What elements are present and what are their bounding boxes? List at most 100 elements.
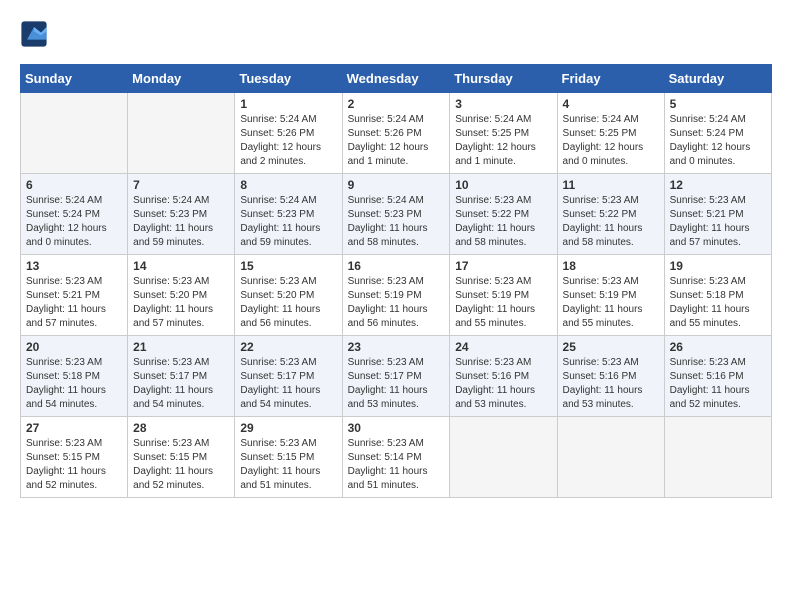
calendar-cell: 7 Sunrise: 5:24 AMSunset: 5:23 PMDaylight… xyxy=(128,174,235,255)
calendar-cell xyxy=(664,417,771,498)
day-number: 9 xyxy=(348,178,445,192)
day-info: Sunrise: 5:24 AMSunset: 5:26 PMDaylight:… xyxy=(348,113,445,169)
weekday-header-monday: Monday xyxy=(128,65,235,93)
day-info: Sunrise: 5:23 AMSunset: 5:19 PMDaylight:… xyxy=(348,275,445,331)
day-info: Sunrise: 5:23 AMSunset: 5:16 PMDaylight:… xyxy=(563,356,659,412)
day-number: 8 xyxy=(240,178,336,192)
calendar-cell: 4 Sunrise: 5:24 AMSunset: 5:25 PMDaylight… xyxy=(557,93,664,174)
calendar-week-row: 13Sunrise: 5:23 AMSunset: 5:21 PMDayligh… xyxy=(21,255,772,336)
day-number: 2 xyxy=(348,97,445,111)
day-info: Sunrise: 5:23 AMSunset: 5:17 PMDaylight:… xyxy=(348,356,445,412)
day-info: Sunrise: 5:24 AMSunset: 5:23 PMDaylight:… xyxy=(348,194,445,250)
day-info: Sunrise: 5:23 AMSunset: 5:20 PMDaylight:… xyxy=(133,275,229,331)
calendar-cell: 3Sunrise: 5:24 AMSunset: 5:25 PMDaylight… xyxy=(450,93,557,174)
logo xyxy=(20,20,52,48)
day-number: 29 xyxy=(240,421,336,435)
day-info: Sunrise: 5:23 AMSunset: 5:15 PMDaylight:… xyxy=(240,437,336,493)
calendar-cell: 21 Sunrise: 5:23 AMSunset: 5:17 PMDayligh… xyxy=(128,336,235,417)
calendar-week-row: 27 Sunrise: 5:23 AMSunset: 5:15 PMDayligh… xyxy=(21,417,772,498)
calendar-cell: 30 Sunrise: 5:23 AMSunset: 5:14 PMDayligh… xyxy=(342,417,450,498)
calendar-cell: 6 Sunrise: 5:24 AMSunset: 5:24 PMDaylight… xyxy=(21,174,128,255)
day-number: 25 xyxy=(563,340,659,354)
day-info: Sunrise: 5:23 AMSunset: 5:17 PMDaylight:… xyxy=(133,356,229,412)
weekday-header-saturday: Saturday xyxy=(664,65,771,93)
day-info: Sunrise: 5:24 AMSunset: 5:24 PMDaylight:… xyxy=(26,194,122,250)
calendar-cell: 27 Sunrise: 5:23 AMSunset: 5:15 PMDayligh… xyxy=(21,417,128,498)
calendar-cell: 24 Sunrise: 5:23 AMSunset: 5:16 PMDayligh… xyxy=(450,336,557,417)
calendar-cell: 29 Sunrise: 5:23 AMSunset: 5:15 PMDayligh… xyxy=(235,417,342,498)
day-info: Sunrise: 5:23 AMSunset: 5:20 PMDaylight:… xyxy=(240,275,336,331)
day-number: 18 xyxy=(563,259,659,273)
day-number: 24 xyxy=(455,340,551,354)
day-info: Sunrise: 5:23 AMSunset: 5:19 PMDaylight:… xyxy=(455,275,551,331)
calendar-cell xyxy=(21,93,128,174)
day-number: 14 xyxy=(133,259,229,273)
calendar-cell: 10Sunrise: 5:23 AMSunset: 5:22 PMDayligh… xyxy=(450,174,557,255)
day-info: Sunrise: 5:24 AMSunset: 5:26 PMDaylight:… xyxy=(240,113,336,169)
calendar-cell: 11Sunrise: 5:23 AMSunset: 5:22 PMDayligh… xyxy=(557,174,664,255)
calendar-cell: 9 Sunrise: 5:24 AMSunset: 5:23 PMDaylight… xyxy=(342,174,450,255)
day-info: Sunrise: 5:24 AMSunset: 5:23 PMDaylight:… xyxy=(240,194,336,250)
calendar-cell: 5Sunrise: 5:24 AMSunset: 5:24 PMDaylight… xyxy=(664,93,771,174)
weekday-header-tuesday: Tuesday xyxy=(235,65,342,93)
calendar-cell xyxy=(450,417,557,498)
calendar-cell: 2 Sunrise: 5:24 AMSunset: 5:26 PMDaylight… xyxy=(342,93,450,174)
calendar-cell: 12 Sunrise: 5:23 AMSunset: 5:21 PMDayligh… xyxy=(664,174,771,255)
day-info: Sunrise: 5:23 AMSunset: 5:14 PMDaylight:… xyxy=(348,437,445,493)
day-info: Sunrise: 5:23 AMSunset: 5:19 PMDaylight:… xyxy=(563,275,659,331)
calendar-cell: 26 Sunrise: 5:23 AMSunset: 5:16 PMDayligh… xyxy=(664,336,771,417)
calendar-cell: 8 Sunrise: 5:24 AMSunset: 5:23 PMDaylight… xyxy=(235,174,342,255)
day-info: Sunrise: 5:23 AMSunset: 5:15 PMDaylight:… xyxy=(26,437,122,493)
calendar-week-row: 6 Sunrise: 5:24 AMSunset: 5:24 PMDaylight… xyxy=(21,174,772,255)
weekday-header-friday: Friday xyxy=(557,65,664,93)
day-number: 17 xyxy=(455,259,551,273)
calendar-header-row: SundayMondayTuesdayWednesdayThursdayFrid… xyxy=(21,65,772,93)
day-number: 19 xyxy=(670,259,766,273)
day-info: Sunrise: 5:23 AMSunset: 5:17 PMDaylight:… xyxy=(240,356,336,412)
calendar-cell: 20 Sunrise: 5:23 AMSunset: 5:18 PMDayligh… xyxy=(21,336,128,417)
calendar-cell: 13Sunrise: 5:23 AMSunset: 5:21 PMDayligh… xyxy=(21,255,128,336)
calendar-cell: 17 Sunrise: 5:23 AMSunset: 5:19 PMDayligh… xyxy=(450,255,557,336)
day-info: Sunrise: 5:23 AMSunset: 5:16 PMDaylight:… xyxy=(455,356,551,412)
day-info: Sunrise: 5:24 AMSunset: 5:23 PMDaylight:… xyxy=(133,194,229,250)
calendar-cell xyxy=(128,93,235,174)
calendar-cell: 22 Sunrise: 5:23 AMSunset: 5:17 PMDayligh… xyxy=(235,336,342,417)
day-info: Sunrise: 5:23 AMSunset: 5:18 PMDaylight:… xyxy=(26,356,122,412)
day-number: 7 xyxy=(133,178,229,192)
day-number: 6 xyxy=(26,178,122,192)
day-number: 26 xyxy=(670,340,766,354)
calendar-week-row: 1Sunrise: 5:24 AMSunset: 5:26 PMDaylight… xyxy=(21,93,772,174)
day-number: 30 xyxy=(348,421,445,435)
header xyxy=(20,20,772,48)
calendar-cell: 15 Sunrise: 5:23 AMSunset: 5:20 PMDayligh… xyxy=(235,255,342,336)
day-number: 11 xyxy=(563,178,659,192)
calendar-cell: 16Sunrise: 5:23 AMSunset: 5:19 PMDayligh… xyxy=(342,255,450,336)
calendar-cell: 25 Sunrise: 5:23 AMSunset: 5:16 PMDayligh… xyxy=(557,336,664,417)
day-info: Sunrise: 5:23 AMSunset: 5:16 PMDaylight:… xyxy=(670,356,766,412)
day-number: 12 xyxy=(670,178,766,192)
day-number: 27 xyxy=(26,421,122,435)
day-number: 15 xyxy=(240,259,336,273)
day-number: 21 xyxy=(133,340,229,354)
calendar-week-row: 20 Sunrise: 5:23 AMSunset: 5:18 PMDayligh… xyxy=(21,336,772,417)
day-number: 3 xyxy=(455,97,551,111)
day-info: Sunrise: 5:23 AMSunset: 5:15 PMDaylight:… xyxy=(133,437,229,493)
day-info: Sunrise: 5:23 AMSunset: 5:21 PMDaylight:… xyxy=(670,194,766,250)
weekday-header-thursday: Thursday xyxy=(450,65,557,93)
calendar-cell: 14 Sunrise: 5:23 AMSunset: 5:20 PMDayligh… xyxy=(128,255,235,336)
day-number: 4 xyxy=(563,97,659,111)
calendar-table: SundayMondayTuesdayWednesdayThursdayFrid… xyxy=(20,64,772,498)
day-number: 20 xyxy=(26,340,122,354)
day-number: 22 xyxy=(240,340,336,354)
weekday-header-wednesday: Wednesday xyxy=(342,65,450,93)
logo-icon xyxy=(20,20,48,48)
day-info: Sunrise: 5:24 AMSunset: 5:25 PMDaylight:… xyxy=(563,113,659,169)
weekday-header-sunday: Sunday xyxy=(21,65,128,93)
day-number: 23 xyxy=(348,340,445,354)
day-info: Sunrise: 5:23 AMSunset: 5:21 PMDaylight:… xyxy=(26,275,122,331)
calendar-cell: 1Sunrise: 5:24 AMSunset: 5:26 PMDaylight… xyxy=(235,93,342,174)
day-info: Sunrise: 5:23 AMSunset: 5:18 PMDaylight:… xyxy=(670,275,766,331)
day-number: 10 xyxy=(455,178,551,192)
calendar-cell xyxy=(557,417,664,498)
calendar-cell: 28Sunrise: 5:23 AMSunset: 5:15 PMDayligh… xyxy=(128,417,235,498)
